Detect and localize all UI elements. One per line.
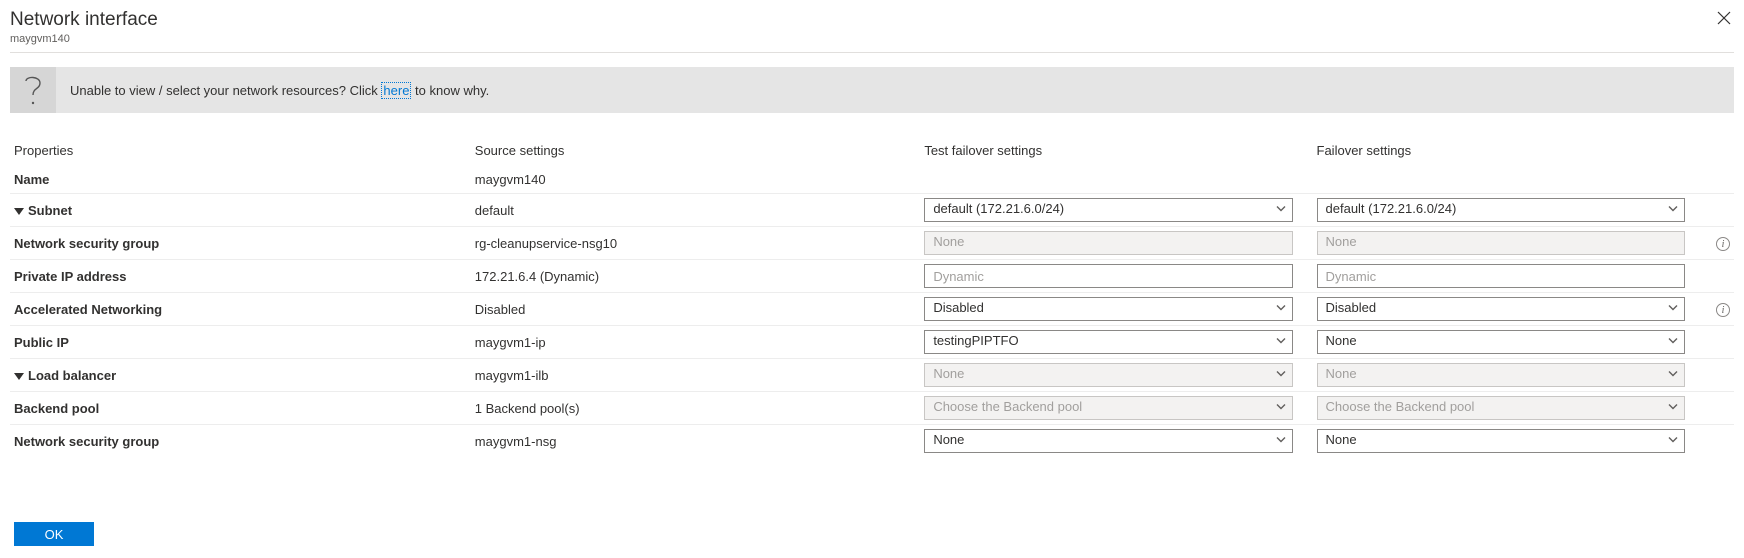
ok-button[interactable]: OK [14, 522, 94, 546]
label-private-ip: Private IP address [10, 260, 471, 293]
source-nsg-child: rg-cleanupservice-nsg10 [471, 227, 921, 260]
test-private-ip-input[interactable] [924, 264, 1292, 288]
failover-private-ip-input[interactable] [1317, 264, 1685, 288]
source-accel: Disabled [471, 293, 921, 326]
test-public-ip-select[interactable]: testingPIPTFO [924, 330, 1292, 354]
info-icon[interactable]: i [1716, 303, 1730, 317]
failover-lb-select: None [1317, 363, 1685, 387]
label-backend: Backend pool [10, 392, 471, 425]
source-nsg: maygvm1-nsg [471, 425, 921, 458]
failover-subnet-select[interactable]: default (172.21.6.0/24) [1317, 198, 1685, 222]
source-private-ip: 172.21.6.4 (Dynamic) [471, 260, 921, 293]
info-bar-suffix: to know why. [411, 83, 489, 98]
label-subnet[interactable]: Subnet [10, 194, 471, 227]
label-name: Name [10, 165, 471, 194]
test-nsg-child-field: None [924, 231, 1292, 255]
source-public-ip: maygvm1-ip [471, 326, 921, 359]
row-backend-pool: Backend pool 1 Backend pool(s) Choose th… [10, 392, 1734, 425]
failover-backend-select: Choose the Backend pool [1317, 396, 1685, 420]
col-header-source: Source settings [471, 137, 921, 165]
label-nsg: Network security group [10, 425, 471, 458]
test-subnet-select[interactable]: default (172.21.6.0/24) [924, 198, 1292, 222]
col-header-test: Test failover settings [920, 137, 1296, 165]
caret-down-icon [14, 208, 24, 215]
close-button[interactable] [1714, 8, 1734, 28]
blade-header: Network interface maygvm140 [10, 8, 1734, 53]
row-public-ip: Public IP maygvm1-ip testingPIPTFO None [10, 326, 1734, 359]
info-bar-link[interactable]: here [381, 82, 411, 99]
row-subnet: Subnet default default (172.21.6.0/24) d… [10, 194, 1734, 227]
network-interface-blade: Network interface maygvm140 Unable to vi… [0, 0, 1744, 558]
label-accel: Accelerated Networking [10, 293, 471, 326]
row-nsg-child: Network security group rg-cleanupservice… [10, 227, 1734, 260]
info-icon[interactable]: i [1716, 237, 1730, 251]
row-accelerated-networking: Accelerated Networking Disabled Disabled… [10, 293, 1734, 326]
test-backend-select: Choose the Backend pool [924, 396, 1292, 420]
test-nsg-select[interactable]: None [924, 429, 1292, 453]
header-titles: Network interface maygvm140 [10, 8, 158, 46]
failover-nsg-child-field: None [1317, 231, 1685, 255]
page-title: Network interface [10, 8, 158, 32]
label-lb[interactable]: Load balancer [10, 359, 471, 392]
test-lb-select: None [924, 363, 1292, 387]
caret-down-icon [14, 373, 24, 380]
properties-grid: Properties Source settings Test failover… [10, 137, 1734, 457]
row-load-balancer: Load balancer maygvm1-ilb None None [10, 359, 1734, 392]
failover-nsg-select[interactable]: None [1317, 429, 1685, 453]
source-lb: maygvm1-ilb [471, 359, 921, 392]
label-nsg-child: Network security group [10, 227, 471, 260]
failover-accel-select[interactable]: Disabled [1317, 297, 1685, 321]
col-header-properties: Properties [10, 137, 471, 165]
question-icon [22, 73, 44, 107]
row-private-ip: Private IP address 172.21.6.4 (Dynamic) [10, 260, 1734, 293]
page-subtitle: maygvm140 [10, 32, 158, 46]
label-public-ip: Public IP [10, 326, 471, 359]
footer-bar: OK [14, 522, 94, 546]
grid-header-row: Properties Source settings Test failover… [10, 137, 1734, 165]
source-subnet: default [471, 194, 921, 227]
row-name: Name maygvm140 [10, 165, 1734, 194]
col-header-failover: Failover settings [1313, 137, 1689, 165]
source-backend: 1 Backend pool(s) [471, 392, 921, 425]
source-name: maygvm140 [471, 165, 921, 194]
info-bar-prefix: Unable to view / select your network res… [70, 83, 381, 98]
info-bar-icon-box [10, 67, 56, 113]
test-accel-select[interactable]: Disabled [924, 297, 1292, 321]
failover-public-ip-select[interactable]: None [1317, 330, 1685, 354]
row-nsg: Network security group maygvm1-nsg None … [10, 425, 1734, 458]
info-bar-text: Unable to view / select your network res… [56, 83, 503, 98]
info-bar: Unable to view / select your network res… [10, 67, 1734, 113]
close-icon [1717, 11, 1731, 25]
